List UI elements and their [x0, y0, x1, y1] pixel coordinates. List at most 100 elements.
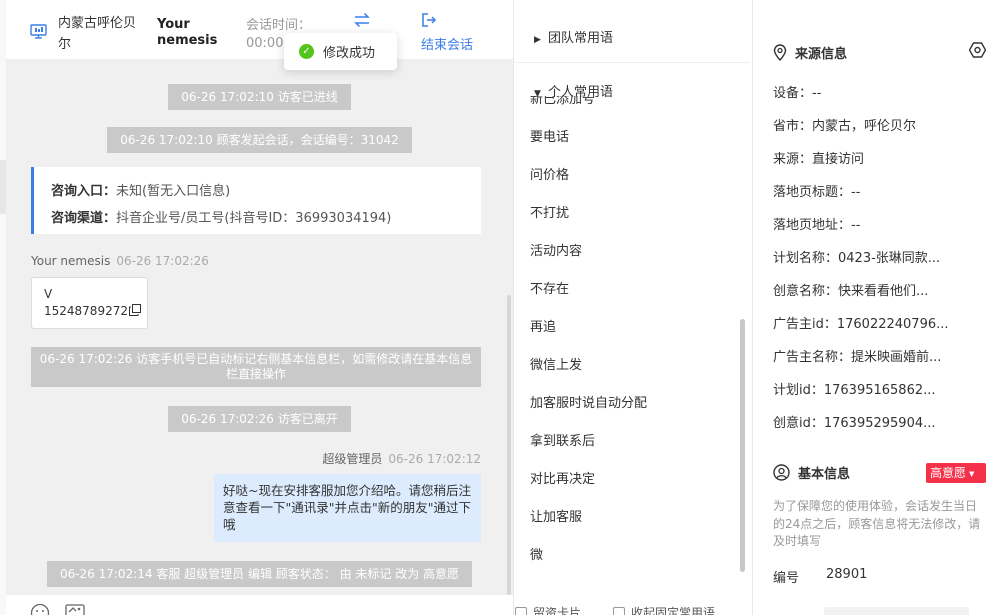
phrase-item[interactable]: 不打扰 [530, 202, 569, 221]
phrase-item-clipped[interactable]: 新已添加号 [530, 96, 740, 105]
next-field-input[interactable] [824, 607, 969, 615]
transfer-button[interactable] [353, 12, 371, 34]
visitor-location: 内蒙古呼伦贝尔 [58, 16, 137, 52]
system-message: 06-26 17:02:26 访客手机号已自动标记右侧基本信息栏，如需修改请在基… [31, 347, 481, 387]
customer-number-label: 编号 [773, 571, 800, 586]
advertiser-id: 广告主id：176022240796... [773, 317, 949, 332]
intent-status-value: 高意愿 [930, 466, 967, 480]
phrase-item[interactable]: 对比再决定 [530, 468, 595, 487]
plan-name: 计划名称：0423-张琳同款... [773, 251, 941, 266]
system-message-text: 06-26 17:02:10 访客已进线 [168, 84, 351, 110]
system-message-text: 06-26 17:02:14 客服 超级管理员 编辑 顾客状态： 由 未标记 改… [46, 561, 473, 587]
system-message: 06-26 17:02:14 客服 超级管理员 编辑 顾客状态： 由 未标记 改… [6, 561, 513, 587]
plan-id: 计划id：176395165862... [773, 383, 936, 398]
team-phrases-label: 团队常用语 [548, 31, 614, 46]
agent-message-bubble: 好哒~现在安排客服加您介绍哈。请您稍后注意查看一下"通讯录"并点击"新的朋友"通… [214, 474, 481, 542]
phrase-item[interactable]: 不存在 [530, 278, 569, 297]
entry-label: 咨询入口： [51, 184, 117, 199]
collapse-phrases-label: 收起固定常用语 [631, 606, 716, 615]
divider [514, 62, 750, 63]
exit-icon [421, 12, 473, 34]
source-info-label: 来源信息 [795, 47, 848, 62]
user-circle-icon [773, 464, 790, 485]
intent-status-dropdown[interactable]: 高意愿 ▼ [926, 463, 986, 483]
quick-phrases-panel: ▶ 团队常用语 ▼ 个人常用语 新已添加号 要电话 问价格 不打扰 活动内容 不存在… [513, 0, 753, 615]
message-sender: 超级管理员 06-26 17:02:12 [322, 450, 481, 467]
phrase-item[interactable]: 活动内容 [530, 240, 582, 259]
channel-label: 咨询渠道： [51, 211, 117, 226]
phrase-item[interactable]: 让加客服 [530, 506, 582, 525]
phrases-scrollbar[interactable] [740, 319, 745, 572]
session-time-label: 会话时间： [246, 18, 312, 33]
landing-url: 落地页地址：-- [773, 218, 861, 233]
sender-time: 06-26 17:02:12 [388, 452, 481, 466]
channel-row: 咨询渠道：抖音企业号/员工号(抖音号ID：36993034194) [51, 205, 481, 232]
message-sender: Your nemesis 06-26 17:02:26 [31, 254, 209, 268]
entry-value: 未知(暂无入口信息) [116, 184, 231, 199]
sender-name: Your nemesis [31, 254, 111, 268]
toast-text: 修改成功 [323, 46, 376, 61]
system-message: 06-26 17:02:26 访客已离开 [6, 406, 513, 432]
copy-icon[interactable] [128, 304, 141, 321]
visitor-message-bubble: V 15248789272 [31, 277, 148, 329]
phrase-item[interactable]: 微 [530, 544, 543, 563]
desktop-icon [30, 24, 47, 43]
creative-id: 创意id：176395295904... [773, 416, 936, 431]
basic-info-title: 基本信息 [773, 463, 850, 485]
emoji-icon[interactable] [30, 603, 50, 615]
entry-row: 咨询入口：未知(暂无入口信息) [51, 178, 481, 205]
app-root: 内蒙古呼伦贝尔 Your nemesis 会话时间： 00:00: 结束会话 ✓… [0, 0, 996, 615]
edit-deadline-note: 为了保障您的使用体验，会话发生当日的24点之后，顾客信息将无法修改，请及时填写 [773, 499, 981, 548]
system-message: 06-26 17:02:10 顾客发起会话，会话编号：31042 [6, 127, 513, 153]
sender-time: 06-26 17:02:26 [116, 254, 209, 268]
agent-message-text: 好哒~现在安排客服加您介绍哈。请您稍后注意查看一下"通讯录"并点击"新的朋友"通… [223, 483, 471, 532]
team-phrases-toggle[interactable]: ▶ 团队常用语 [534, 27, 613, 46]
channel-value: 抖音企业号/员工号(抖音号ID：36993034194) [116, 211, 392, 226]
source-region: 省市：内蒙古，呼伦贝尔 [773, 119, 917, 134]
chat-toolbar [6, 595, 513, 615]
phrase-item[interactable]: 要电话 [530, 126, 569, 145]
settings-icon[interactable] [968, 42, 987, 62]
visitor-phone-row: 15248789272 [44, 303, 147, 321]
system-message-text: 06-26 17:02:26 访客手机号已自动标记右侧基本信息栏，如需修改请在基… [39, 352, 473, 381]
sender-name: 超级管理员 [322, 452, 383, 466]
landing-title: 落地页标题：-- [773, 185, 861, 200]
end-session-button[interactable]: 结束会话 [421, 12, 473, 53]
success-toast: ✓ 修改成功 [284, 33, 397, 70]
customer-number-value: 28901 [826, 567, 868, 582]
chat-scrollbar[interactable] [507, 295, 511, 595]
system-message-text: 06-26 17:02:10 顾客发起会话，会话编号：31042 [107, 127, 412, 153]
collapse-phrases-button[interactable]: 收起固定常用语 [613, 604, 715, 615]
card-icon [515, 607, 527, 615]
session-time-value: 00:00: [246, 36, 288, 51]
lead-card-button[interactable]: 留资卡片 [515, 604, 581, 615]
system-message: 06-26 17:02:10 访客已进线 [6, 84, 513, 110]
phrase-item[interactable]: 拿到联系后 [530, 430, 595, 449]
location-pin-icon [773, 44, 787, 65]
caret-right-icon: ▶ [534, 35, 541, 45]
chat-header: 内蒙古呼伦贝尔 Your nemesis 会话时间： 00:00: 结束会话 [6, 0, 513, 66]
source-info-title: 来源信息 [773, 43, 847, 65]
chat-panel: 内蒙古呼伦贝尔 Your nemesis 会话时间： 00:00: 结束会话 ✓… [0, 0, 513, 615]
visitor-name: Your nemesis [157, 17, 218, 48]
phrase-item[interactable]: 问价格 [530, 164, 569, 183]
visitor-phone: 15248789272 [44, 304, 128, 318]
source-channel: 来源：直接访问 [773, 152, 865, 167]
visitor-message-line: V [44, 287, 53, 301]
creative-name: 创意名称：快来看看他们... [773, 284, 929, 299]
next-field-row [773, 604, 993, 615]
phrase-item[interactable]: 再追 [530, 316, 556, 335]
end-session-label: 结束会话 [421, 38, 474, 53]
check-circle-icon: ✓ [299, 44, 314, 59]
consult-info-card: 咨询入口：未知(暂无入口信息) 咨询渠道：抖音企业号/员工号(抖音号ID：369… [31, 167, 481, 234]
advertiser-name: 广告主名称：提米映画婚前... [773, 350, 942, 365]
phrase-item[interactable]: 加客服时说自动分配 [530, 392, 647, 411]
message-list[interactable]: 06-26 17:02:10 访客已进线 06-26 17:02:10 顾客发起… [6, 60, 513, 595]
image-icon[interactable] [65, 604, 85, 615]
phrase-item[interactable]: 微信上发 [530, 354, 582, 373]
system-message-text: 06-26 17:02:26 访客已离开 [168, 406, 351, 432]
caret-down-icon: ▼ [969, 470, 975, 478]
phrase-item-label: 新已添加号 [530, 96, 596, 105]
collapse-icon [613, 607, 625, 615]
customer-info-panel: 来源信息 设备：-- 省市：内蒙古，呼伦贝尔 来源：直接访问 落地页标题：-- … [753, 0, 996, 615]
